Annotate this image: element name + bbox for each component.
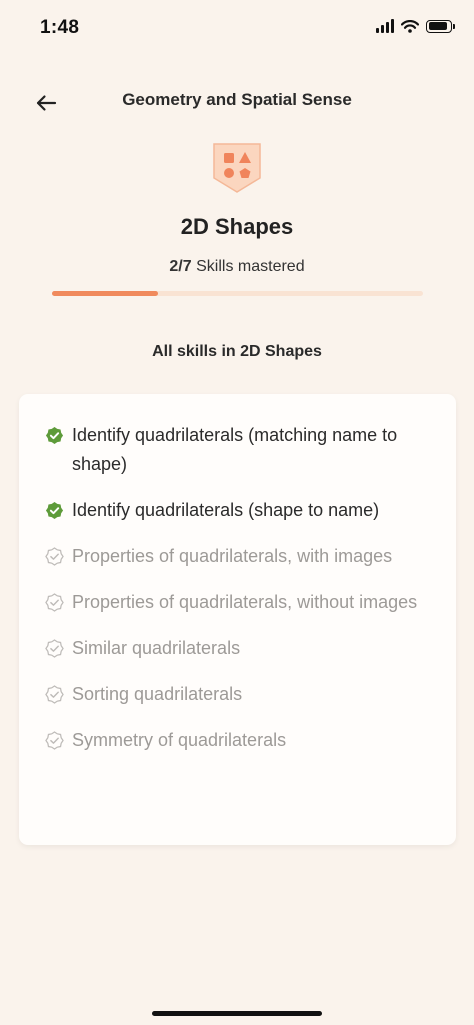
check-badge-icon [45,501,64,520]
section-heading: All skills in 2D Shapes [152,343,322,360]
mastery-progress-fill [52,291,159,296]
skill-item[interactable]: Identify quadrilaterals (matching name t… [45,421,438,479]
check-badge-outline-icon [45,547,64,566]
check-badge-outline-icon [45,731,64,750]
mastered-label: Skills mastered [196,258,305,275]
skill-label: Properties of quadrilaterals, without im… [72,592,418,612]
mastery-summary: 2/7 Skills mastered [0,258,474,276]
skill-item[interactable]: Sorting quadrilaterals [45,680,438,709]
skill-item[interactable]: Properties of quadrilaterals, without im… [45,588,438,617]
check-badge-outline-icon [45,639,64,658]
check-badge-outline-icon [45,593,64,612]
shapes-badge-icon [212,142,262,194]
mastery-progress-bar [52,291,423,296]
home-indicator[interactable] [152,1011,322,1016]
check-badge-icon [45,426,64,445]
skill-item[interactable]: Similar quadrilaterals [45,634,438,663]
skill-item[interactable]: Identify quadrilaterals (shape to name) [45,496,438,525]
page-title: Geometry and Spatial Sense [122,90,352,109]
skill-label: Identify quadrilaterals (matching name t… [72,425,398,474]
check-badge-outline-icon [45,685,64,704]
skill-item[interactable]: Properties of quadrilaterals, with image… [45,542,438,571]
battery-icon [426,19,455,33]
skill-item[interactable]: Symmetry of quadrilaterals [45,726,438,755]
skill-label: Identify quadrilaterals (shape to name) [72,500,380,520]
unit-title: 2D Shapes [180,214,294,239]
skill-label: Sorting quadrilaterals [72,684,243,704]
skill-label: Properties of quadrilaterals, with image… [72,546,393,566]
status-bar: 1:48 [0,0,474,56]
cellular-signal-icon [376,19,394,33]
skill-label: Similar quadrilaterals [72,638,241,658]
status-icons [376,19,455,33]
skill-label: Symmetry of quadrilaterals [72,730,287,750]
mastered-count: 2/7 [169,258,192,275]
skills-list: Identify quadrilaterals (matching name t… [19,394,456,845]
status-time: 1:48 [40,17,80,38]
wifi-icon [401,19,419,33]
